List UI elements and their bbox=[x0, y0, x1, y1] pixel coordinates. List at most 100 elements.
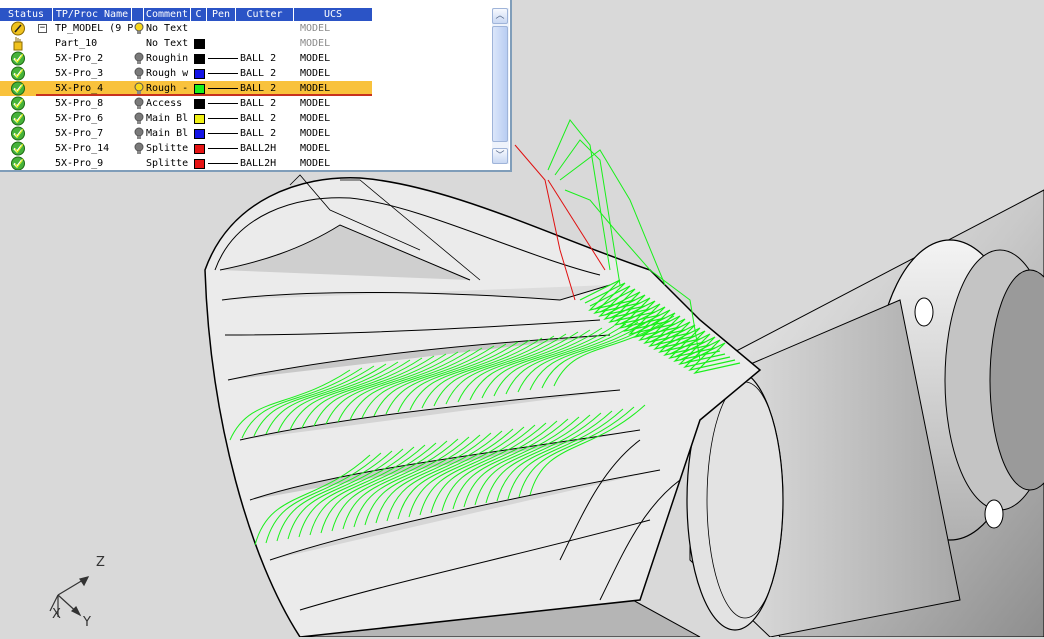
toolpath-tree-panel[interactable]: Status TP/Proc Name Comment C Pen Cutter… bbox=[0, 0, 512, 172]
pencil-icon bbox=[10, 21, 28, 36]
toolpath-name: 5X-Pro_3 bbox=[55, 68, 104, 79]
lightbulb-icon[interactable] bbox=[134, 21, 146, 36]
lightbulb-icon[interactable] bbox=[134, 111, 146, 126]
visibility-cell[interactable] bbox=[134, 36, 146, 51]
toolpath-comment: No Text bbox=[146, 38, 189, 49]
tree-root-row[interactable]: − TP_MODEL (9 P No Text MODEL bbox=[0, 21, 372, 36]
cutter-name: BALL 2 bbox=[240, 98, 277, 109]
cutter-name bbox=[240, 36, 298, 51]
ucs-name: MODEL bbox=[300, 143, 331, 154]
pen-line-icon bbox=[208, 103, 238, 104]
visibility-cell[interactable] bbox=[134, 156, 146, 170]
chevron-up-icon: ︿ bbox=[495, 11, 505, 21]
toolpath-row[interactable]: 5X-Pro_14 Splitte BALL2H MODEL bbox=[0, 141, 372, 156]
check-icon bbox=[10, 126, 28, 141]
toolpath-name: 5X-Pro_2 bbox=[55, 53, 104, 64]
toolpath-row[interactable]: 5X-Pro_7 Main Bl BALL 2 MODEL bbox=[0, 126, 372, 141]
toolpath-comment: No Text bbox=[146, 23, 189, 34]
toolpath-comment: Main Bl bbox=[146, 113, 189, 124]
toolpath-comment: Roughin bbox=[146, 53, 189, 64]
ucs-name: MODEL bbox=[300, 23, 331, 34]
toolpath-row[interactable]: 5X-Pro_3 Rough w BALL 2 MODEL bbox=[0, 66, 372, 81]
column-visibility[interactable] bbox=[132, 8, 144, 21]
ucs-name: MODEL bbox=[300, 53, 331, 64]
toolpath-name: TP_MODEL (9 P bbox=[55, 23, 133, 34]
chevron-down-icon: ﹀ bbox=[495, 151, 505, 161]
ucs-name: MODEL bbox=[300, 128, 331, 139]
toolpath-comment: Rough w bbox=[146, 68, 189, 79]
color-swatch[interactable] bbox=[194, 99, 205, 109]
tree-scrollbar[interactable]: ︿ ﹀ bbox=[492, 8, 509, 164]
color-swatch[interactable] bbox=[194, 69, 205, 79]
pen-line-icon bbox=[208, 58, 238, 59]
column-cutter[interactable]: Cutter bbox=[236, 8, 294, 21]
lightbulb-icon[interactable] bbox=[134, 96, 146, 111]
cutter-name: BALL 2 bbox=[240, 83, 277, 94]
column-name[interactable]: TP/Proc Name bbox=[53, 8, 132, 21]
color-swatch[interactable] bbox=[194, 54, 205, 64]
toolpath-row[interactable]: 5X-Pro_8 Access BALL 2 MODEL bbox=[0, 96, 372, 111]
check-icon bbox=[10, 81, 28, 96]
toolpath-name: 5X-Pro_9 bbox=[55, 158, 104, 169]
check-icon bbox=[10, 156, 28, 170]
toolpath-row[interactable]: 5X-Pro_9 Splitte BALL2H MODEL bbox=[0, 156, 372, 170]
toolpath-name: Part_10 bbox=[55, 38, 98, 49]
column-comment[interactable]: Comment bbox=[144, 8, 191, 21]
column-ucs[interactable]: UCS bbox=[294, 8, 372, 21]
check-icon bbox=[10, 111, 28, 126]
axis-label-z: Z bbox=[96, 555, 105, 570]
toolpath-row[interactable]: 5X-Pro_6 Main Bl BALL 2 MODEL bbox=[0, 111, 372, 126]
color-swatch[interactable] bbox=[194, 39, 205, 49]
tree-header: Status TP/Proc Name Comment C Pen Cutter… bbox=[0, 8, 372, 21]
ucs-name: MODEL bbox=[300, 113, 331, 124]
cutter-name: BALL 2 bbox=[240, 128, 277, 139]
cutter-name: BALL2H bbox=[240, 158, 277, 169]
cutter-name: BALL 2 bbox=[240, 113, 277, 124]
pen-line-icon bbox=[208, 163, 238, 164]
column-color[interactable]: C bbox=[191, 8, 207, 21]
scroll-thumb[interactable] bbox=[492, 26, 508, 142]
cutter-name bbox=[240, 21, 298, 36]
pen-line-icon bbox=[208, 73, 238, 74]
column-pen[interactable]: Pen bbox=[207, 8, 236, 21]
toolpath-name: 5X-Pro_7 bbox=[55, 128, 104, 139]
check-icon bbox=[10, 51, 28, 66]
toolpath-row[interactable]: 5X-Pro_2 Roughin BALL 2 MODEL bbox=[0, 51, 372, 66]
color-swatch[interactable] bbox=[194, 144, 205, 154]
toolpath-comment: Rough - bbox=[146, 83, 189, 94]
lightbulb-icon[interactable] bbox=[134, 66, 146, 81]
axis-triad-icon bbox=[49, 576, 90, 617]
column-status[interactable]: Status bbox=[0, 8, 53, 21]
cutter-name: BALL 2 bbox=[240, 68, 277, 79]
color-swatch[interactable] bbox=[194, 114, 205, 124]
pen-line-icon bbox=[208, 148, 238, 149]
ucs-name: MODEL bbox=[300, 158, 331, 169]
scroll-down-button[interactable]: ﹀ bbox=[492, 148, 508, 164]
cutter-name: BALL 2 bbox=[240, 53, 277, 64]
scroll-up-button[interactable]: ︿ bbox=[492, 8, 508, 24]
toolpath-row[interactable]: Part_10 No Text MODEL bbox=[0, 36, 372, 51]
lightbulb-icon[interactable] bbox=[134, 51, 146, 66]
toolpath-comment: Splitte bbox=[146, 158, 189, 169]
toolpath-row[interactable]: 5X-Pro_4 Rough - BALL 2 MODEL bbox=[0, 81, 372, 96]
toolpath-name: 5X-Pro_14 bbox=[55, 143, 110, 154]
pen-line-icon bbox=[208, 88, 238, 89]
toolpath-name: 5X-Pro_4 bbox=[55, 83, 104, 94]
color-swatch[interactable] bbox=[194, 159, 205, 169]
toolpath-comment: Main Bl bbox=[146, 128, 189, 139]
check-icon bbox=[10, 66, 28, 81]
toolpath-comment: Access bbox=[146, 98, 183, 109]
axis-triad: Z X Y bbox=[40, 555, 120, 635]
check-icon bbox=[10, 141, 28, 156]
color-swatch[interactable] bbox=[194, 129, 205, 139]
ucs-name: MODEL bbox=[300, 38, 331, 49]
lightbulb-icon[interactable] bbox=[134, 141, 146, 156]
color-swatch[interactable] bbox=[194, 84, 205, 94]
collapse-icon[interactable]: − bbox=[38, 24, 47, 33]
pen-line-icon bbox=[208, 133, 238, 134]
axis-label-y: Y bbox=[83, 615, 91, 630]
lightbulb-icon[interactable] bbox=[134, 81, 146, 96]
toolpath-comment: Splitte bbox=[146, 143, 189, 154]
lightbulb-icon[interactable] bbox=[134, 126, 146, 141]
toolpath-name: 5X-Pro_6 bbox=[55, 113, 104, 124]
